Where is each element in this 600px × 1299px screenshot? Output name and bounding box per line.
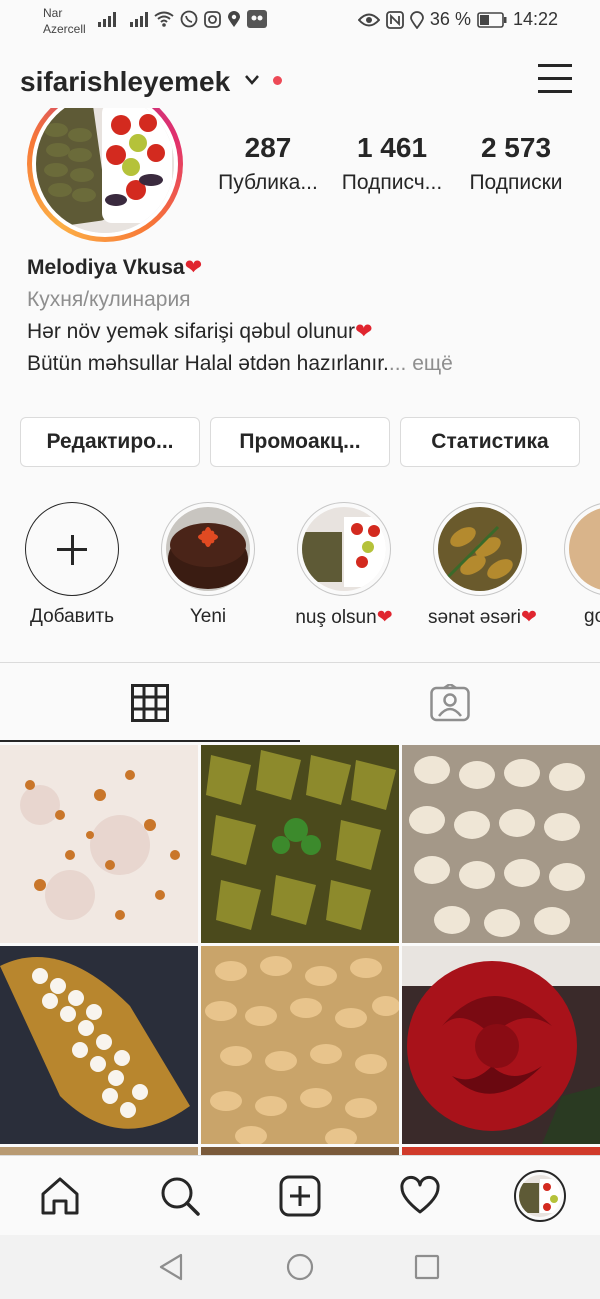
location-icon (228, 11, 240, 27)
battery-icon (477, 11, 507, 28)
eye-icon (357, 13, 380, 26)
highlight-thumbnail (166, 507, 250, 591)
post-thumbnail[interactable] (0, 946, 198, 1144)
location-icon (410, 10, 424, 29)
wifi-icon (154, 11, 174, 27)
highlight-item[interactable]: go (564, 502, 600, 628)
plus-icon (25, 502, 119, 596)
chevron-down-icon[interactable] (244, 74, 260, 86)
posts-grid (0, 745, 600, 1155)
new-post-icon[interactable] (278, 1174, 322, 1218)
signal-icon (98, 11, 116, 27)
carrier-name: Nar Azercell (43, 6, 86, 36)
profile-bio: Melodiya Vkusa❤ Кухня/кулинария Hər növ … (27, 252, 587, 380)
post-thumbnail[interactable] (402, 745, 600, 943)
recents-square-icon[interactable] (414, 1254, 440, 1280)
post-thumbnail[interactable] (0, 745, 198, 943)
profile-name: Melodiya Vkusa❤ (27, 256, 203, 279)
more-link[interactable]: ... ещё (389, 352, 453, 375)
post-thumbnail[interactable] (201, 1147, 399, 1155)
nfc-icon (386, 10, 404, 29)
highlight-item[interactable]: Yeni (156, 502, 260, 628)
username-switcher[interactable]: sifarishleyemek (20, 66, 230, 98)
edit-profile-button[interactable]: Редактиро... (20, 417, 200, 467)
profile-avatar[interactable] (27, 108, 183, 243)
highlight-item[interactable]: nuş olsun❤ (292, 502, 396, 629)
following-count[interactable]: 2 573 Подписки (454, 128, 578, 198)
search-icon[interactable] (158, 1174, 202, 1218)
profile-tab-avatar[interactable] (514, 1170, 566, 1222)
notification-dot (273, 76, 282, 85)
instagram-icon (204, 10, 221, 28)
profile-tabs (0, 662, 600, 742)
highlight-add[interactable]: Добавить (20, 502, 124, 628)
posts-count[interactable]: 287 Публика... (206, 128, 330, 198)
heart-icon: ❤ (184, 256, 203, 279)
heart-icon: ❤ (520, 607, 537, 628)
post-thumbnail[interactable] (201, 745, 399, 943)
post-thumbnail[interactable] (0, 1147, 198, 1155)
active-tab-indicator (0, 740, 300, 742)
post-thumbnail[interactable] (201, 946, 399, 1144)
back-icon[interactable] (158, 1253, 184, 1281)
home-circle-icon[interactable] (286, 1253, 314, 1281)
tagged-icon[interactable] (430, 684, 470, 722)
app-notification-icon (247, 10, 267, 28)
highlight-thumbnail (438, 507, 522, 591)
bio-line-2: Bütün məhsullar Halal ətdən hazırlanır..… (27, 352, 453, 375)
system-navigation-bar (0, 1235, 600, 1299)
highlight-item[interactable]: sənət əsəri❤ (428, 502, 537, 629)
battery-percent: 36 % (429, 9, 471, 29)
bio-line-1: Hər növ yemək sifarişi qəbul olunur❤ (27, 320, 373, 343)
grid-icon[interactable] (131, 684, 169, 722)
whatsapp-icon (180, 10, 198, 28)
activity-heart-icon[interactable] (398, 1174, 442, 1218)
clock: 14:22 (512, 9, 558, 29)
heart-icon: ❤ (354, 320, 373, 343)
post-thumbnail[interactable] (402, 1147, 600, 1155)
insights-button[interactable]: Статистика (400, 417, 580, 467)
status-icons-left (98, 10, 267, 28)
promotions-button[interactable]: Промоакц... (210, 417, 390, 467)
followers-count[interactable]: 1 461 Подписч... (330, 128, 454, 198)
status-icons-right: 36 % 14:22 (357, 9, 558, 30)
home-icon[interactable] (38, 1174, 82, 1218)
menu-icon[interactable] (538, 64, 574, 96)
post-thumbnail[interactable] (402, 946, 600, 1144)
status-bar: Nar Azercell 36 % 14:22 (0, 0, 600, 40)
signal-icon (130, 11, 148, 27)
profile-category: Кухня/кулинария (27, 288, 191, 311)
highlight-thumbnail (302, 507, 386, 591)
bottom-navigation (0, 1155, 600, 1235)
heart-icon: ❤ (376, 607, 393, 628)
